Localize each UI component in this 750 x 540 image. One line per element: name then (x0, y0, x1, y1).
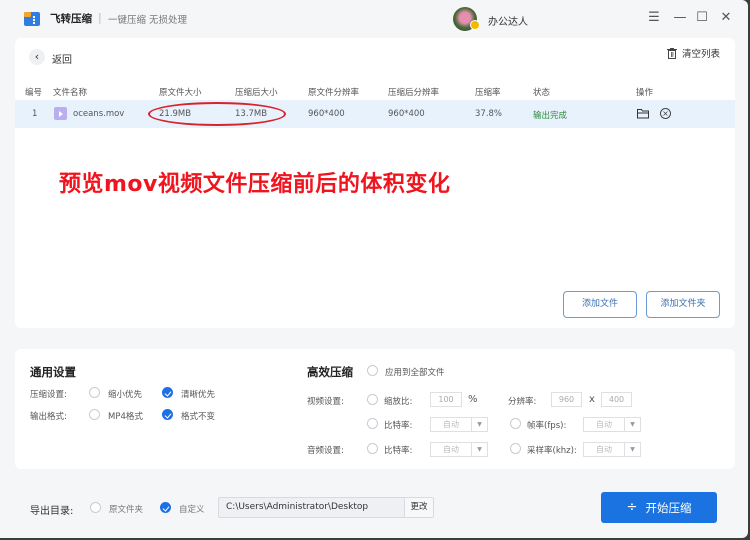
back-button[interactable]: 返回 (52, 51, 72, 66)
apply-all-option[interactable]: 应用到全部文件 (385, 366, 445, 378)
video-bitrate-select[interactable]: 自动 ▼ (430, 417, 488, 432)
compress-icon: ÷ (626, 500, 638, 515)
title-bar: 飞转压缩 | 一键压缩 无损处理 办公达人 ☰ — ☐ ✕ (0, 0, 748, 38)
resolution-width-input[interactable]: 960 (551, 392, 582, 407)
radio-fps[interactable] (510, 418, 521, 429)
app-slogan: 一键压缩 无损处理 (108, 15, 188, 26)
col-actions: 操作 (636, 88, 654, 98)
app-logo-icon (24, 12, 40, 26)
sample-rate-select[interactable]: 自动 ▼ (583, 442, 641, 457)
sample-rate-value: 自动 (596, 445, 612, 454)
compress-setting-label: 压缩设置: (30, 390, 67, 400)
video-bitrate-label: 比特率: (384, 421, 413, 431)
option-mp4-format[interactable]: MP4格式 (108, 410, 143, 422)
output-path-field[interactable]: C:\Users\Administrator\Desktop 更改 (218, 497, 434, 518)
app-window: 飞转压缩 | 一键压缩 无损处理 办公达人 ☰ — ☐ ✕ ‹ 返回 清空列表 … (0, 0, 748, 538)
remove-file-icon[interactable]: × (660, 108, 671, 119)
close-button[interactable]: ✕ (718, 10, 734, 26)
option-size-priority[interactable]: 缩小优先 (108, 388, 142, 400)
col-ratio: 压缩率 (475, 88, 501, 98)
row-original-resolution: 960*400 (308, 109, 345, 119)
general-settings-title: 通用设置 (30, 365, 76, 379)
size-highlight-annotation (148, 102, 286, 126)
add-file-button[interactable]: 添加文件 (563, 291, 637, 318)
row-compressed-resolution: 960*400 (388, 109, 425, 119)
fps-select[interactable]: 自动 ▼ (583, 417, 641, 432)
radio-quality-priority[interactable] (162, 387, 173, 398)
col-compressed-resolution: 压缩后分辨率 (388, 88, 440, 98)
row-file-name: oceans.mov (73, 109, 125, 119)
col-status: 状态 (533, 88, 551, 98)
audio-bitrate-value: 自动 (443, 445, 459, 454)
radio-original-folder[interactable] (90, 502, 101, 513)
audio-bitrate-select[interactable]: 自动 ▼ (430, 442, 488, 457)
sample-rate-label: 采样率(khz): (527, 446, 577, 456)
file-list-panel: ‹ 返回 清空列表 编号 文件名称 原文件大小 压缩后大小 原文件分辨率 压缩后… (15, 38, 735, 328)
audio-bitrate-label: 比特率: (384, 446, 413, 456)
clear-list-label: 清空列表 (681, 49, 720, 60)
radio-scale[interactable] (367, 394, 378, 405)
resolution-label: 分辨率: (508, 397, 537, 407)
chevron-down-icon: ▼ (471, 443, 487, 456)
radio-audio-bitrate[interactable] (367, 443, 378, 454)
option-original-folder[interactable]: 原文件夹 (109, 503, 143, 515)
col-original-resolution: 原文件分辨率 (308, 88, 360, 98)
back-icon[interactable]: ‹ (29, 49, 45, 65)
chevron-down-icon: ▼ (471, 418, 487, 431)
scale-unit: % (468, 394, 478, 405)
radio-custom-folder[interactable] (160, 502, 171, 513)
username[interactable]: 办公达人 (488, 13, 528, 28)
advanced-settings-title: 高效压缩 (307, 365, 353, 379)
radio-keep-format[interactable] (162, 409, 173, 420)
output-bar: 导出目录: 原文件夹 自定义 C:\Users\Administrator\De… (0, 480, 748, 538)
vip-badge-icon (470, 20, 480, 30)
video-bitrate-value: 自动 (443, 420, 459, 429)
col-index: 编号 (25, 88, 43, 98)
resolution-height-input[interactable]: 400 (601, 392, 632, 407)
fps-value: 自动 (596, 420, 612, 429)
resolution-separator: x (589, 394, 595, 405)
clear-list-button[interactable]: 清空列表 (666, 46, 720, 60)
chevron-down-icon: ▼ (624, 418, 640, 431)
output-path-value: C:\Users\Administrator\Desktop (226, 502, 369, 512)
col-original-size: 原文件大小 (159, 88, 202, 98)
maximize-button[interactable]: ☐ (694, 10, 710, 26)
menu-icon[interactable]: ☰ (646, 10, 662, 26)
radio-mp4-format[interactable] (89, 409, 100, 420)
annotation-caption: 预览mov视频文件压缩前后的体积变化 (59, 172, 451, 197)
option-quality-priority[interactable]: 清晰优先 (181, 388, 215, 400)
video-settings-label: 视频设置: (307, 397, 344, 407)
app-name: 飞转压缩 (50, 13, 92, 25)
table-row[interactable]: 1 oceans.mov 21.9MB 13.7MB 960*400 960*4… (15, 100, 735, 128)
change-path-button[interactable]: 更改 (404, 498, 433, 517)
output-format-label: 输出格式: (30, 412, 67, 422)
start-compress-button[interactable]: ÷ 开始压缩 (601, 492, 717, 523)
option-keep-format[interactable]: 格式不变 (181, 410, 215, 422)
option-custom-folder[interactable]: 自定义 (179, 503, 205, 515)
radio-video-bitrate[interactable] (367, 418, 378, 429)
output-dir-label: 导出目录: (30, 506, 74, 517)
fps-label: 帧率(fps): (527, 421, 567, 431)
title-separator: | (98, 11, 102, 24)
trash-icon (666, 47, 677, 59)
audio-settings-label: 音频设置: (307, 446, 344, 456)
radio-sample-rate[interactable] (510, 443, 521, 454)
minimize-button[interactable]: — (672, 10, 688, 26)
row-index: 1 (32, 109, 38, 119)
add-folder-button[interactable]: 添加文件夹 (646, 291, 720, 318)
col-compressed-size: 压缩后大小 (235, 88, 278, 98)
col-name: 文件名称 (53, 88, 88, 98)
settings-panel: 通用设置 压缩设置: 缩小优先 清晰优先 输出格式: MP4格式 格式不变 高效… (15, 349, 735, 469)
scale-label: 缩放比: (384, 397, 413, 407)
open-folder-icon[interactable] (637, 108, 649, 119)
video-file-icon (54, 107, 67, 120)
radio-apply-all[interactable] (367, 365, 378, 376)
row-ratio: 37.8% (475, 109, 503, 119)
start-compress-label: 开始压缩 (645, 500, 692, 515)
table-header: 编号 文件名称 原文件大小 压缩后大小 原文件分辨率 压缩后分辨率 压缩率 状态… (15, 82, 735, 100)
chevron-down-icon: ▼ (624, 443, 640, 456)
row-status: 输出完成 (533, 111, 568, 121)
scale-input[interactable]: 100 (430, 392, 462, 407)
radio-size-priority[interactable] (89, 387, 100, 398)
